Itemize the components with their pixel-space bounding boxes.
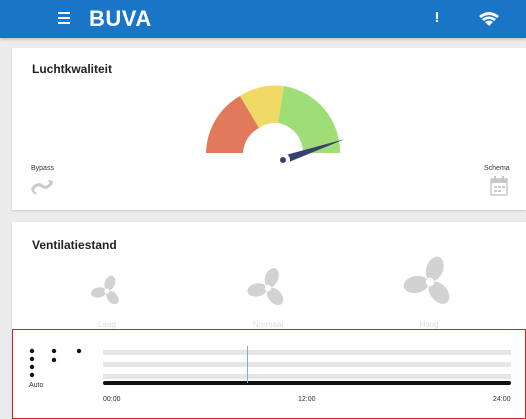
- current-time-marker: [247, 346, 248, 383]
- bypass-label: Bypass: [31, 165, 54, 172]
- air-quality-gauge: [206, 85, 345, 167]
- ventilation-level-dots-icon[interactable]: [29, 348, 89, 378]
- wifi-icon[interactable]: [478, 11, 500, 27]
- air-quality-title: Luchtkwaliteit: [32, 62, 113, 76]
- calendar-icon[interactable]: [490, 176, 508, 196]
- schedule-track-low[interactable]: [103, 374, 511, 379]
- timeline-tick-mid: 12:00: [298, 396, 316, 403]
- bypass-icon[interactable]: [30, 176, 54, 196]
- timeline-bar: [103, 381, 511, 385]
- schedule-track-high[interactable]: [103, 350, 511, 355]
- fan-high-icon[interactable]: [402, 254, 458, 310]
- timeline-tick-start: 00:00: [103, 396, 121, 403]
- brand-logo: BUVA: [89, 6, 152, 31]
- fan-normal-icon[interactable]: [246, 266, 290, 310]
- timeline-tick-end: 24:00: [493, 396, 511, 403]
- fan-normal-label: Normaal: [252, 320, 284, 329]
- ventilation-title: Ventilatiestand: [32, 238, 117, 252]
- schedule-track-normal[interactable]: [103, 362, 511, 367]
- fan-low-icon[interactable]: [90, 274, 124, 308]
- auto-mode-label: Auto: [29, 382, 44, 389]
- app-bar: BUVA !: [0, 0, 526, 38]
- fan-high-label: Hoog: [419, 320, 439, 329]
- hamburger-menu-icon[interactable]: [54, 8, 74, 28]
- air-quality-card: Luchtkwaliteit Bypass Schema: [12, 48, 526, 210]
- info-icon[interactable]: !: [430, 9, 444, 29]
- schema-label: Schema: [484, 165, 510, 172]
- fan-low-label: Laag: [98, 320, 116, 329]
- schedule-timeline-panel: Auto 00:00 12:00 24:00: [12, 329, 526, 419]
